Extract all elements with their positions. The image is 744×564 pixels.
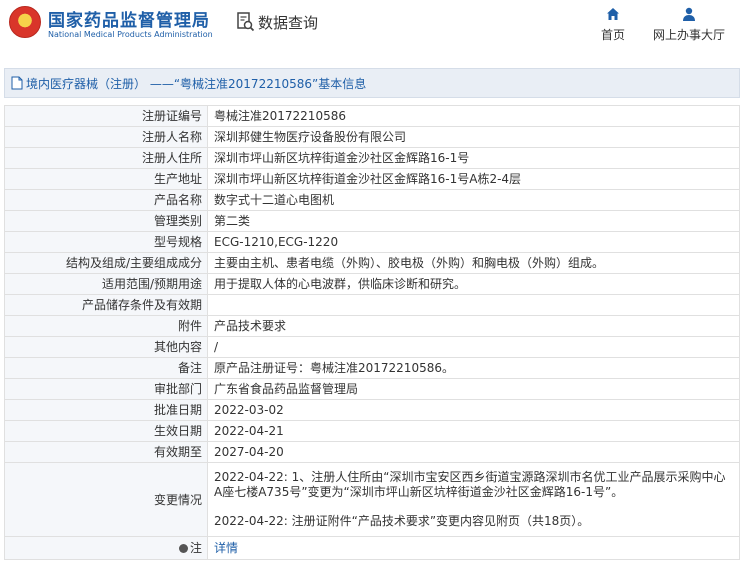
record-title: 境内医疗器械（注册） ——“粤械注准20172210586”基本信息 — [26, 76, 367, 91]
note-value: 详情 — [207, 536, 740, 560]
change-history-value: 2022-04-22: 1、注册人住所由“深圳市宝安区西乡街道宝源路深圳市名优工… — [207, 462, 740, 537]
field-label: 注册人名称 — [4, 126, 208, 148]
details-link[interactable]: 详情 — [214, 541, 238, 555]
nav-online-hall[interactable]: 网上办事大厅 — [650, 6, 728, 43]
site-header: 国家药品监督管理局 National Medical Products Admi… — [0, 0, 744, 54]
nav-online-label: 网上办事大厅 — [652, 28, 725, 42]
national-emblem-icon[interactable] — [9, 6, 41, 38]
table-row: 产品储存条件及有效期 — [4, 294, 740, 316]
field-label: 其他内容 — [4, 336, 208, 358]
home-icon — [607, 8, 619, 20]
record-detail-table: 注册证编号 粤械注准20172210586 注册人名称 深圳邦健生物医疗设备股份有限… — [4, 105, 740, 560]
change-entry-line: 2022-04-22: 注册证附件“产品技术要求”变更内容见附页（共18页）。 — [214, 514, 590, 528]
field-value: 用于提取人体的心电波群，供临床诊断和研究。 — [207, 273, 740, 295]
field-label: 注册证编号 — [4, 105, 208, 127]
user-icon — [683, 7, 695, 21]
table-row: 注册人住所 深圳市坪山新区坑梓街道金沙社区金辉路16-1号 — [4, 147, 740, 169]
field-label: 结构及组成/主要组成成分 — [4, 252, 208, 274]
search-document-icon — [237, 12, 255, 32]
table-row: 审批部门 广东省食品药品监督管理局 — [4, 378, 740, 400]
field-value: 产品技术要求 — [207, 315, 740, 337]
field-value: 2022-04-21 — [207, 420, 740, 442]
table-row: 注册人名称 深圳邦健生物医疗设备股份有限公司 — [4, 126, 740, 148]
field-value: 原产品注册证号：粤械注准20172210586。 — [207, 357, 740, 379]
table-row: 生效日期 2022-04-21 — [4, 420, 740, 442]
field-label: 注册人住所 — [4, 147, 208, 169]
field-value: 主要由主机、患者电缆（外购）、胶电极（外购）和胸电极（外购）组成。 — [207, 252, 740, 274]
field-value: 广东省食品药品监督管理局 — [207, 378, 740, 400]
field-value — [207, 294, 740, 316]
field-value: ECG-1210,ECG-1220 — [207, 231, 740, 253]
nav-home-label: 首页 — [600, 28, 625, 42]
field-label: 备注 — [4, 357, 208, 379]
table-row: 附件 产品技术要求 — [4, 315, 740, 337]
field-label: 适用范围/预期用途 — [4, 273, 208, 295]
field-value: 2027-04-20 — [207, 441, 740, 463]
field-value: 数字式十二道心电图机 — [207, 189, 740, 211]
data-query-link[interactable]: 数据查询 — [237, 11, 318, 33]
field-label: 生效日期 — [4, 420, 208, 442]
field-label: 批准日期 — [4, 399, 208, 421]
note-row: 注 详情 — [4, 536, 740, 560]
pin-icon — [178, 544, 188, 553]
field-value: 2022-03-02 — [207, 399, 740, 421]
field-label: 附件 — [4, 315, 208, 337]
table-row: 注册证编号 粤械注准20172210586 — [4, 105, 740, 127]
table-row: 型号规格 ECG-1210,ECG-1220 — [4, 231, 740, 253]
field-value: 深圳市坪山新区坑梓街道金沙社区金辉路16-1号A栋2-4层 — [207, 168, 740, 190]
change-history-label: 变更情况 — [4, 462, 208, 537]
change-entry-line: A座七楼A735号”变更为“深圳市坪山新区坑梓街道金沙社区金辉路16-1号”。 — [214, 485, 624, 499]
field-value: / — [207, 336, 740, 358]
change-history-row: 变更情况 2022-04-22: 1、注册人住所由“深圳市宝安区西乡街道宝源路深… — [4, 462, 740, 537]
org-name-cn[interactable]: 国家药品监督管理局 — [48, 6, 210, 31]
table-row: 生产地址 深圳市坪山新区坑梓街道金沙社区金辉路16-1号A栋2-4层 — [4, 168, 740, 190]
field-label: 生产地址 — [4, 168, 208, 190]
field-label: 产品储存条件及有效期 — [4, 294, 208, 316]
org-name-en[interactable]: National Medical Products Administration — [48, 30, 213, 39]
table-row: 适用范围/预期用途 用于提取人体的心电波群，供临床诊断和研究。 — [4, 273, 740, 295]
table-row: 备注 原产品注册证号：粤械注准20172210586。 — [4, 357, 740, 379]
document-icon — [11, 76, 23, 90]
field-value: 第二类 — [207, 210, 740, 232]
field-label: 审批部门 — [4, 378, 208, 400]
field-value: 粤械注准20172210586 — [207, 105, 740, 127]
nav-home[interactable]: 首页 — [596, 6, 630, 43]
table-row: 管理类别 第二类 — [4, 210, 740, 232]
table-row: 批准日期 2022-03-02 — [4, 399, 740, 421]
note-label: 注 — [189, 541, 202, 555]
field-label: 管理类别 — [4, 210, 208, 232]
record-title-bar: 境内医疗器械（注册） ——“粤械注准20172210586”基本信息 — [4, 68, 740, 98]
change-entry-line: 2022-04-22: 1、注册人住所由“深圳市宝安区西乡街道宝源路深圳市名优工… — [214, 470, 726, 484]
field-label: 有效期至 — [4, 441, 208, 463]
change-spacer — [214, 500, 733, 514]
table-row: 其他内容 / — [4, 336, 740, 358]
table-row: 有效期至 2027-04-20 — [4, 441, 740, 463]
note-label-cell: 注 — [4, 536, 208, 560]
field-label: 产品名称 — [4, 189, 208, 211]
table-row: 产品名称 数字式十二道心电图机 — [4, 189, 740, 211]
field-label: 型号规格 — [4, 231, 208, 253]
field-value: 深圳市坪山新区坑梓街道金沙社区金辉路16-1号 — [207, 147, 740, 169]
table-row: 结构及组成/主要组成成分 主要由主机、患者电缆（外购）、胶电极（外购）和胸电极（外… — [4, 252, 740, 274]
data-query-label: 数据查询 — [258, 13, 319, 32]
field-value: 深圳邦健生物医疗设备股份有限公司 — [207, 126, 740, 148]
